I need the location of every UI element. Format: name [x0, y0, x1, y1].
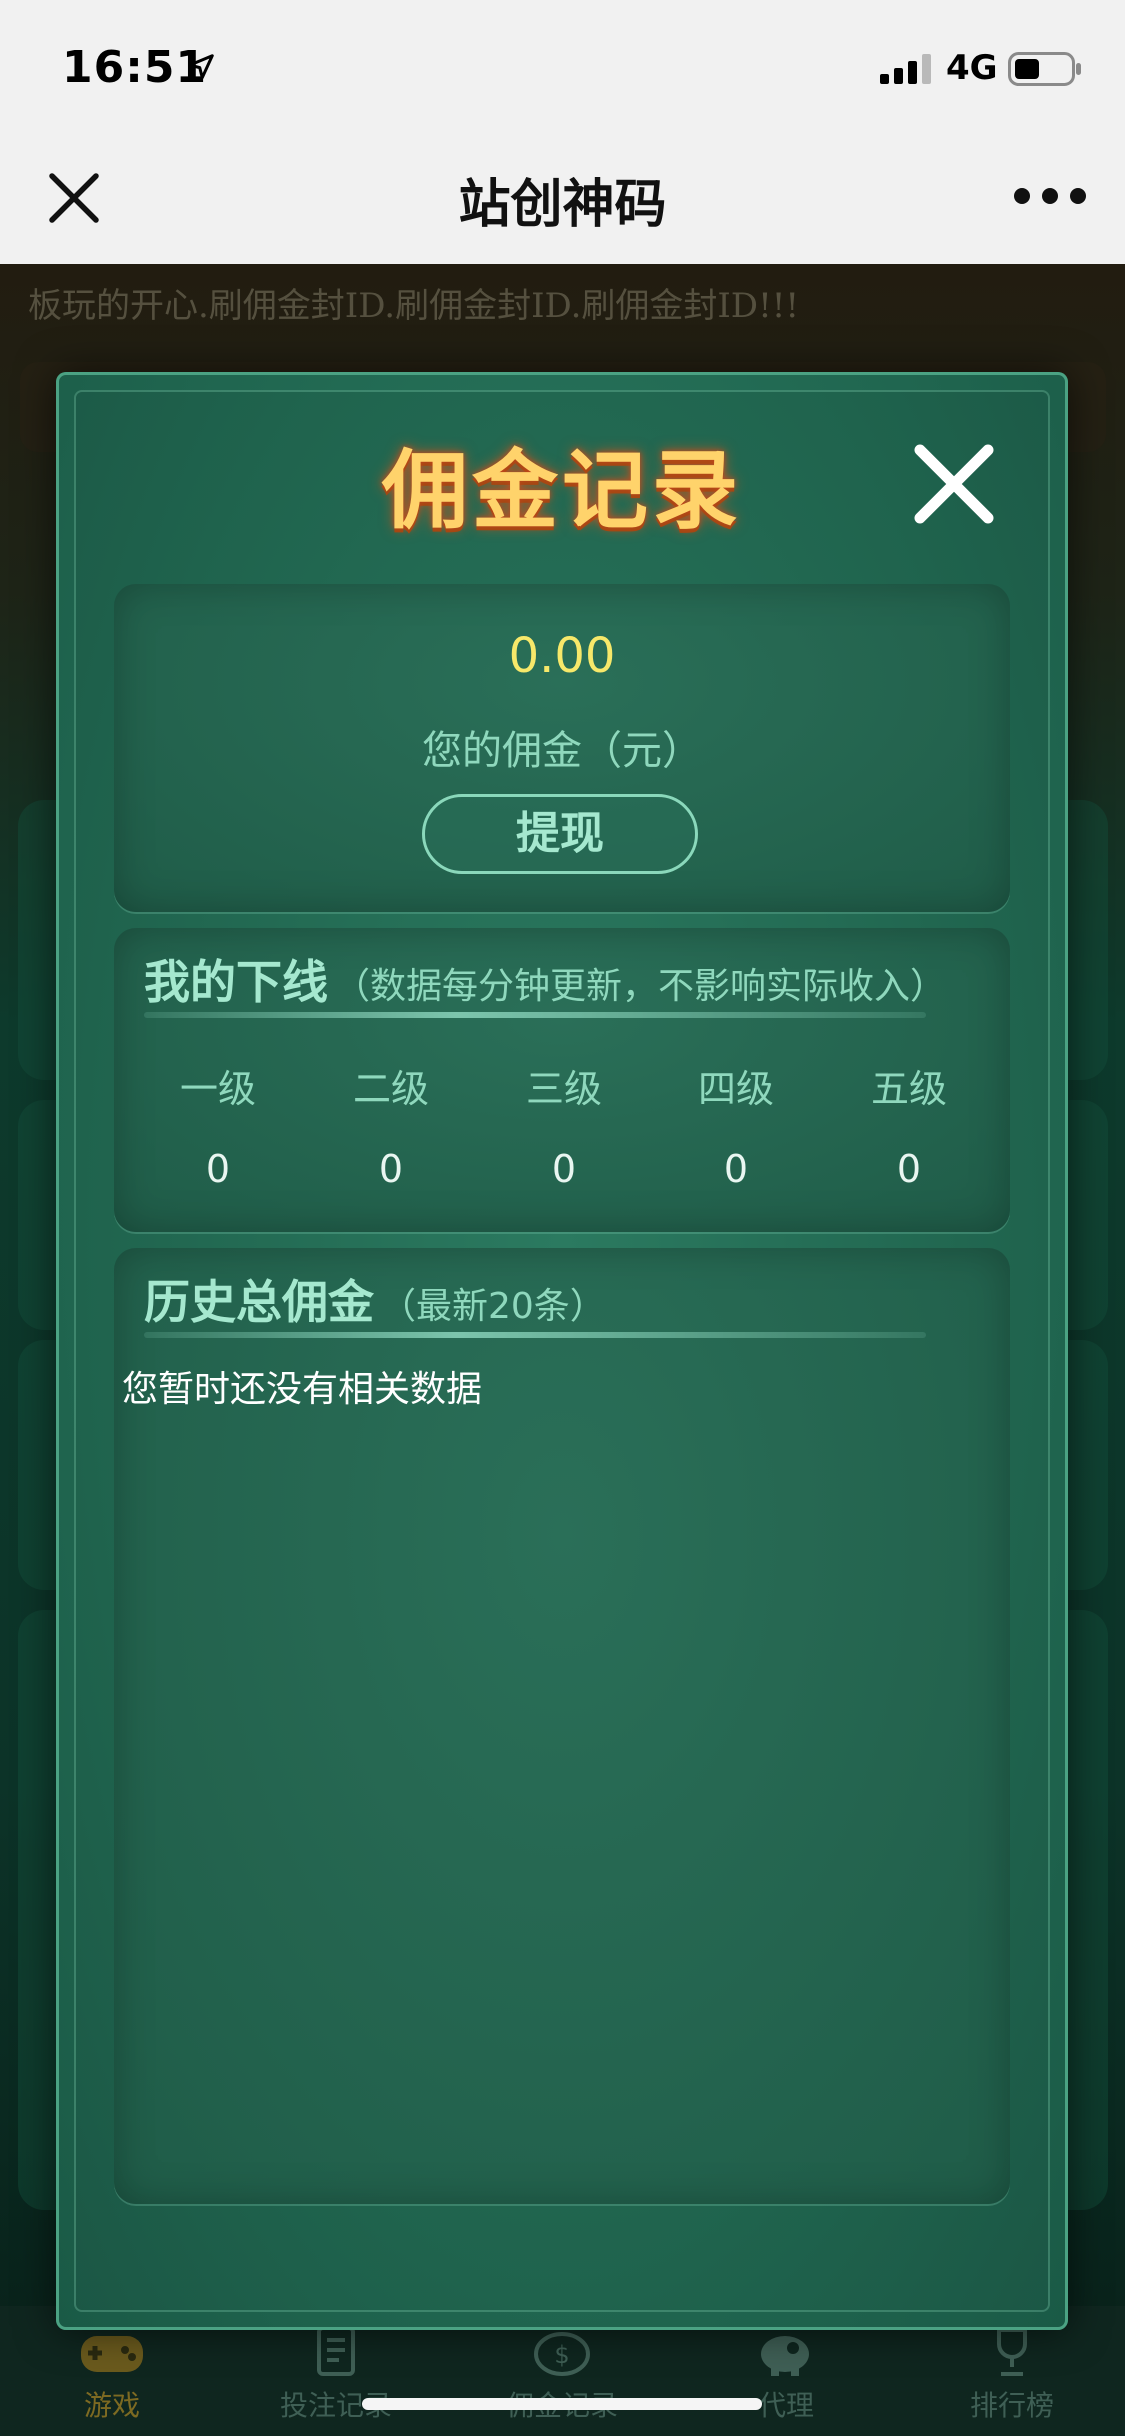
commission-coin-icon: $: [534, 2332, 590, 2376]
downline-note: （数据每分钟更新，不影响实际收入）: [334, 966, 947, 1007]
commission-balance-card: 0.00 您的佣金（元） 提现: [114, 584, 1010, 912]
level-name: 一级: [179, 1067, 256, 1111]
svg-text:$: $: [554, 2341, 569, 2369]
agent-piggy-icon: [761, 2336, 809, 2376]
section-divider: [144, 1012, 926, 1018]
marquee-announcement: 板玩的开心.刷佣金封ID.刷佣金封ID.刷佣金封ID!!!: [28, 286, 800, 326]
more-options-icon[interactable]: [1014, 188, 1086, 208]
downline-header: 我的下线 （数据每分钟更新，不影响实际收入）: [144, 946, 946, 1012]
location-arrow-icon: [188, 54, 214, 80]
betting-record-icon: [317, 2326, 355, 2376]
home-indicator[interactable]: [362, 2398, 762, 2410]
downline-level: 一级 0: [138, 1058, 298, 1191]
empty-state-text: 您暂时还没有相关数据: [122, 1369, 483, 1410]
battery-icon: [1008, 52, 1081, 86]
level-count: 0: [378, 1147, 404, 1191]
withdraw-button[interactable]: 提现: [422, 794, 698, 874]
downline-title: 我的下线: [144, 955, 328, 1009]
webview-nav-bar: 站创神码: [0, 132, 1125, 264]
page-title: 站创神码: [458, 175, 667, 235]
tab-label: 游戏: [83, 2389, 140, 2422]
commission-records-modal: 佣金记录 0.00 您的佣金（元） 提现 我的下线 （数据每分钟更新，不影响实际收…: [56, 372, 1068, 2330]
history-note: （最新20条）: [380, 1286, 606, 1327]
section-divider: [144, 1332, 926, 1338]
level-name: 二级: [352, 1067, 429, 1111]
level-count: 0: [896, 1147, 922, 1191]
cellular-signal-icon: [880, 54, 931, 84]
level-name: 五级: [870, 1067, 947, 1111]
level-name: 四级: [697, 1067, 774, 1111]
downline-level: 二级 0: [311, 1058, 471, 1191]
history-header: 历史总佣金 （最新20条）: [144, 1266, 606, 1332]
history-title: 历史总佣金: [144, 1275, 374, 1329]
trophy-icon: [997, 2328, 1027, 2376]
network-type: 4G: [946, 48, 998, 88]
commission-history-card: 历史总佣金 （最新20条） 您暂时还没有相关数据: [114, 1248, 1010, 2204]
level-count: 0: [551, 1147, 577, 1191]
tab-label: 排行榜: [969, 2389, 1054, 2422]
commission-amount: 0.00: [508, 628, 616, 684]
level-count: 0: [723, 1147, 749, 1191]
close-icon[interactable]: [906, 436, 1002, 532]
commission-amount-label: 您的佣金（元）: [422, 728, 702, 774]
gamepad-icon: [81, 2336, 143, 2372]
tab-leaderboard[interactable]: 排行榜: [932, 2326, 1092, 2424]
my-downline-card: 我的下线 （数据每分钟更新，不影响实际收入） 一级 0 二级 0 三级 0 四级 …: [114, 928, 1010, 1232]
level-count: 0: [205, 1147, 231, 1191]
level-name: 三级: [525, 1067, 602, 1111]
downline-level: 五级 0: [829, 1058, 989, 1191]
status-bar: 16:51 4G: [0, 0, 1125, 132]
tab-games[interactable]: 游戏: [32, 2326, 192, 2424]
downline-level: 四级 0: [656, 1058, 816, 1191]
downline-level: 三级 0: [484, 1058, 644, 1191]
